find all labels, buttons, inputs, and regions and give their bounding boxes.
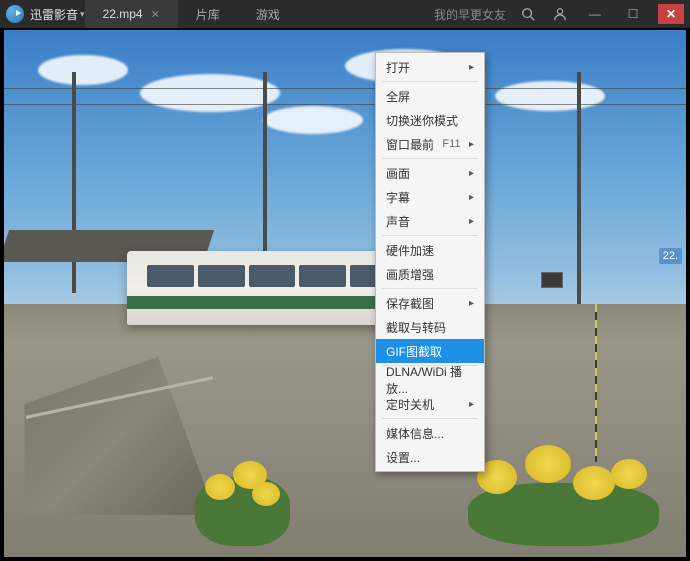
menu-item-label: 画质增强 [386, 266, 434, 283]
user-icon[interactable] [550, 4, 570, 24]
menu-item[interactable]: 截取与转码 [376, 315, 484, 339]
chevron-right-icon: ▸ [469, 399, 474, 410]
menu-item-label: GIF图截取 [386, 343, 442, 360]
search-icon[interactable] [518, 4, 538, 24]
menu-item[interactable]: 画面 ▸ [376, 161, 484, 185]
time-badge: 22. [659, 248, 682, 264]
menu-item-label: 截取与转码 [386, 319, 446, 336]
menu-separator [382, 235, 478, 236]
tab-label: 22.mp4 [103, 7, 143, 21]
video-frame: 22. [4, 30, 686, 557]
menu-item[interactable]: 定时关机 ▸ [376, 392, 484, 416]
menu-item[interactable]: 字幕 ▸ [376, 185, 484, 209]
titlebar: 迅雷影音 ▾ 22.mp4 ✕ 片库 游戏 我的早更女友 — ☐ ✕ [0, 0, 690, 28]
menu-item-label: 画面 [386, 165, 410, 182]
menu-item[interactable]: 保存截图 ▸ [376, 291, 484, 315]
scene-wire [4, 104, 686, 105]
menu-item[interactable]: 声音 ▸ [376, 209, 484, 233]
menu-shortcut: F11 [442, 138, 460, 150]
tab-games[interactable]: 游戏 [238, 0, 298, 28]
chevron-right-icon: ▸ [469, 298, 474, 309]
menu-item[interactable]: 设置... [376, 445, 484, 469]
menu-item[interactable]: 全屏 [376, 84, 484, 108]
menu-item-label: 切换迷你模式 [386, 112, 458, 129]
app-logo-icon [6, 5, 24, 23]
menu-item[interactable]: GIF图截取 [376, 339, 484, 363]
scene-sign [541, 272, 563, 288]
chevron-right-icon: ▸ [469, 139, 474, 150]
menu-item-label: 全屏 [386, 88, 410, 105]
video-area[interactable]: 22. 打开 ▸ 全屏切换迷你模式窗口最前 F11 ▸ 画面 ▸ 字幕 ▸ 声音 ▸ 硬件加速画质增强… [0, 28, 690, 561]
menu-separator [382, 288, 478, 289]
tabs: 22.mp4 ✕ 片库 游戏 [85, 0, 298, 28]
menu-item[interactable]: 硬件加速 [376, 238, 484, 262]
menu-item-label: 声音 [386, 213, 410, 230]
menu-item-label: 窗口最前 [386, 136, 434, 153]
menu-item-label: 设置... [386, 449, 420, 466]
scene-flowers [195, 431, 290, 547]
minimize-button[interactable]: — [582, 4, 608, 24]
menu-item[interactable]: 切换迷你模式 [376, 108, 484, 132]
close-button[interactable]: ✕ [658, 4, 684, 24]
maximize-button[interactable]: ☐ [620, 4, 646, 24]
menu-item[interactable]: 打开 ▸ [376, 55, 484, 79]
menu-item[interactable]: 画质增强 [376, 262, 484, 286]
scene-wire [4, 88, 686, 89]
scene-flowers [468, 431, 659, 547]
chevron-right-icon: ▸ [469, 62, 474, 73]
menu-item[interactable]: DLNA/WiDi 播放... [376, 368, 484, 392]
chevron-right-icon: ▸ [469, 216, 474, 227]
menu-separator [382, 158, 478, 159]
chevron-right-icon: ▸ [469, 192, 474, 203]
scene-pole [577, 72, 581, 304]
tab-label: 游戏 [256, 6, 280, 23]
tab-file[interactable]: 22.mp4 ✕ [85, 0, 178, 28]
menu-item-label: 硬件加速 [386, 242, 434, 259]
chevron-right-icon: ▸ [469, 168, 474, 179]
window-controls: 我的早更女友 — ☐ ✕ [434, 4, 690, 24]
menu-separator [382, 81, 478, 82]
tab-label: 片库 [196, 6, 220, 23]
tab-library[interactable]: 片库 [178, 0, 238, 28]
menu-item[interactable]: 窗口最前 F11 ▸ [376, 132, 484, 156]
menu-separator [382, 418, 478, 419]
context-menu: 打开 ▸ 全屏切换迷你模式窗口最前 F11 ▸ 画面 ▸ 字幕 ▸ 声音 ▸ 硬件加速画质增强保存截图… [375, 52, 485, 472]
menu-item-label: 媒体信息... [386, 425, 444, 442]
header-link[interactable]: 我的早更女友 [434, 6, 506, 23]
menu-item-label: 字幕 [386, 189, 410, 206]
menu-item-label: 打开 [386, 59, 410, 76]
menu-item[interactable]: 媒体信息... [376, 421, 484, 445]
menu-item-label: 定时关机 [386, 396, 434, 413]
menu-item-label: 保存截图 [386, 295, 434, 312]
close-icon[interactable]: ✕ [151, 8, 160, 21]
app-name[interactable]: 迅雷影音 ▾ [30, 6, 85, 23]
app-name-text: 迅雷影音 [30, 6, 78, 23]
